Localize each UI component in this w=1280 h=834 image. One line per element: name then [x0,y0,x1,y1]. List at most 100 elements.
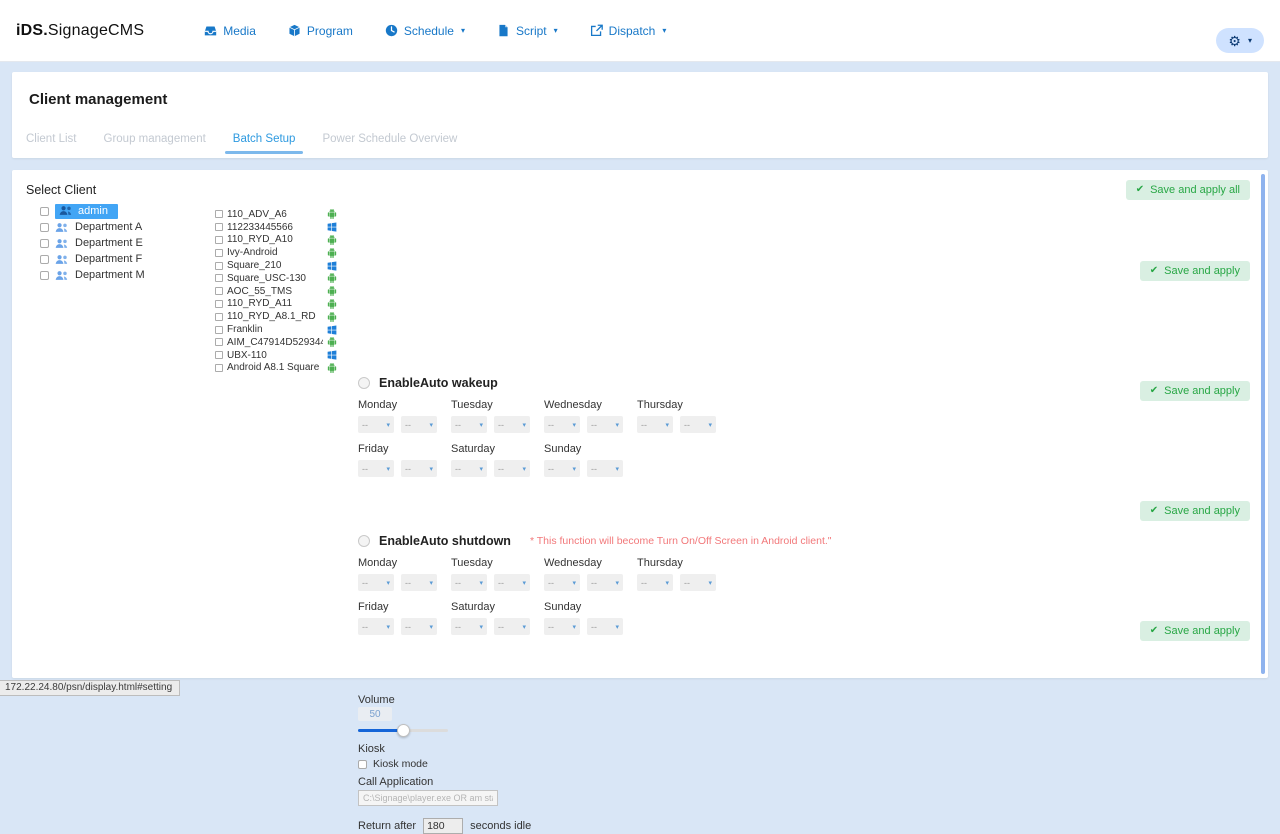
tree-item-checkbox[interactable] [40,255,49,264]
wakeup-wednesday-hour-select[interactable]: -- ▾ [544,416,580,433]
shutdown-friday-hour-select[interactable]: -- ▾ [358,618,394,635]
tab-group-management[interactable]: Group management [104,133,206,158]
client-checkbox[interactable] [215,262,223,270]
shutdown-saturday-hour-select[interactable]: -- ▾ [451,618,487,635]
nav-item-program[interactable]: Program [288,24,353,38]
client-name: 110_RYD_A8.1_RD [227,311,316,322]
shutdown-thursday-hour-select[interactable]: -- ▾ [637,574,673,591]
client-checkbox[interactable] [215,223,223,231]
save-and-apply-button-3[interactable]: ✔Save and apply [1140,501,1250,521]
save-and-apply-all-button[interactable]: ✔Save and apply all [1126,180,1250,200]
client-checkbox[interactable] [215,236,223,244]
app-logo-rest: SignageCMS [48,22,144,39]
shutdown-monday-minute-select[interactable]: -- ▾ [401,574,437,591]
client-row-android-a8-1-square[interactable]: Android A8.1 Square [215,362,337,375]
idle-seconds-input[interactable] [423,818,463,834]
shutdown-wednesday-minute-select[interactable]: -- ▾ [587,574,623,591]
client-row-110-ryd-a8-1-rd[interactable]: 110_RYD_A8.1_RD [215,310,337,323]
client-row-ivy-android[interactable]: Ivy-Android [215,246,337,259]
wakeup-wednesday-minute-select[interactable]: -- ▾ [587,416,623,433]
shutdown-thursday-minute-select[interactable]: -- ▾ [680,574,716,591]
tree-item-label: Department F [75,253,142,265]
auto-shutdown-toggle[interactable] [358,535,370,547]
shutdown-saturday-minute-select[interactable]: -- ▾ [494,618,530,635]
save-and-apply-button-1[interactable]: ✔Save and apply [1140,261,1250,281]
client-row-ubx-110[interactable]: UBX-110 [215,349,337,362]
client-checkbox[interactable] [215,249,223,257]
tab-client-list[interactable]: Client List [26,133,77,158]
tab-power-schedule-overview[interactable]: Power Schedule Overview [322,133,457,158]
wakeup-tuesday-minute-select[interactable]: -- ▾ [494,416,530,433]
tree-item-checkbox[interactable] [40,207,49,216]
auto-wakeup-toggle[interactable] [358,377,370,389]
tree-item-department-a[interactable]: Department A [40,221,145,233]
client-row-aoc-55-tms[interactable]: AOC_55_TMS [215,285,337,298]
client-checkbox[interactable] [215,210,223,218]
client-checkbox[interactable] [215,338,223,346]
tree-item-checkbox[interactable] [40,223,49,232]
tree-item-department-e[interactable]: Department E [40,237,145,249]
client-row-110-adv-a6[interactable]: 110_ADV_A6 [215,208,337,221]
volume-slider[interactable] [358,723,448,738]
windows-icon [327,222,337,232]
wakeup-sunday-hour-select[interactable]: -- ▾ [544,460,580,477]
shutdown-friday-minute-select[interactable]: -- ▾ [401,618,437,635]
kiosk-mode-label: Kiosk mode [373,758,428,770]
tree-item-checkbox[interactable] [40,239,49,248]
shutdown-sunday-minute-select[interactable]: -- ▾ [587,618,623,635]
page-title: Client management [29,91,167,108]
tree-item-department-f[interactable]: Department F [40,253,145,265]
wakeup-thursday-hour-select[interactable]: -- ▾ [637,416,673,433]
client-row-square-210[interactable]: Square_210 [215,259,337,272]
tree-item-admin[interactable]: admin [40,205,145,217]
shutdown-monday-hour-select[interactable]: -- ▾ [358,574,394,591]
wakeup-day-saturday: Saturday -- ▾ -- ▾ [451,443,544,477]
client-row-110-ryd-a11[interactable]: 110_RYD_A11 [215,298,337,311]
client-checkbox[interactable] [215,287,223,295]
wakeup-sunday-minute-select[interactable]: -- ▾ [587,460,623,477]
chevron-down-icon: ▾ [572,623,576,631]
windows-icon [327,325,337,335]
client-checkbox[interactable] [215,300,223,308]
wakeup-tuesday-hour-select[interactable]: -- ▾ [451,416,487,433]
wakeup-friday-hour-select[interactable]: -- ▾ [358,460,394,477]
vertical-scrollbar[interactable] [1261,174,1265,674]
auto-wakeup-label: EnableAuto wakeup [379,376,498,390]
volume-slider-thumb[interactable] [397,724,410,737]
kiosk-mode-checkbox[interactable] [358,760,367,769]
wakeup-monday-minute-select[interactable]: -- ▾ [401,416,437,433]
save-and-apply-button-4[interactable]: ✔Save and apply [1140,621,1250,641]
wakeup-saturday-minute-select[interactable]: -- ▾ [494,460,530,477]
nav-item-label: Schedule [404,24,454,38]
client-row-112233445566[interactable]: 112233445566 [215,221,337,234]
wakeup-monday-hour-select[interactable]: -- ▾ [358,416,394,433]
client-checkbox[interactable] [215,326,223,334]
wakeup-saturday-hour-select[interactable]: -- ▾ [451,460,487,477]
tree-item-checkbox[interactable] [40,271,49,280]
wakeup-thursday-minute-select[interactable]: -- ▾ [680,416,716,433]
settings-menu-button[interactable]: ⚙ ▾ [1216,28,1264,53]
nav-item-media[interactable]: Media [204,24,256,38]
tab-batch-setup[interactable]: Batch Setup [233,133,296,158]
shutdown-wednesday-hour-select[interactable]: -- ▾ [544,574,580,591]
chevron-down-icon: ▾ [461,27,465,35]
nav-item-dispatch[interactable]: Dispatch ▾ [590,24,667,38]
nav-item-schedule[interactable]: Schedule ▾ [385,24,465,38]
shutdown-tuesday-minute-select[interactable]: -- ▾ [494,574,530,591]
save-and-apply-button-2[interactable]: ✔Save and apply [1140,381,1250,401]
tree-item-department-m[interactable]: Department M [40,269,145,281]
client-row-square-usc-130[interactable]: Square_USC-130 [215,272,337,285]
selected-highlight[interactable]: admin [55,204,118,219]
client-row-110-ryd-a10[interactable]: 110_RYD_A10 [215,234,337,247]
nav-item-script[interactable]: Script ▾ [497,24,558,38]
call-application-input[interactable] [358,790,498,806]
client-row-aim-c47914d52934412a[interactable]: AIM_C47914D52934412A [215,336,337,349]
client-row-franklin[interactable]: Franklin [215,323,337,336]
shutdown-sunday-hour-select[interactable]: -- ▾ [544,618,580,635]
wakeup-friday-minute-select[interactable]: -- ▾ [401,460,437,477]
client-checkbox[interactable] [215,351,223,359]
client-checkbox[interactable] [215,313,223,321]
client-checkbox[interactable] [215,364,223,372]
client-checkbox[interactable] [215,274,223,282]
shutdown-tuesday-hour-select[interactable]: -- ▾ [451,574,487,591]
